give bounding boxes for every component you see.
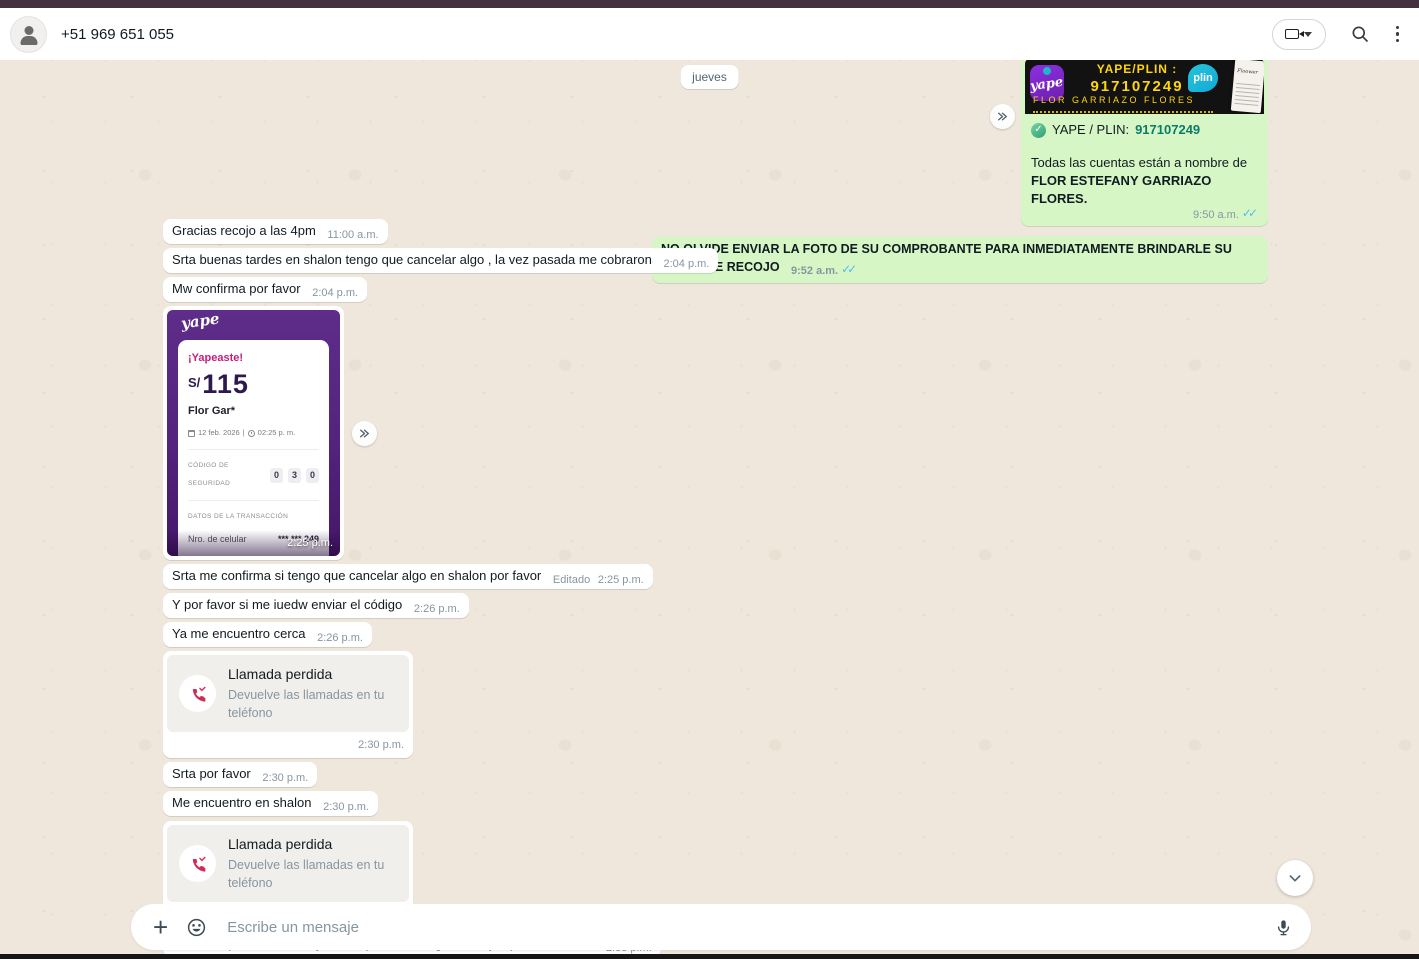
message-time: 11:00 a.m. xyxy=(327,226,378,244)
window-title-strip xyxy=(0,0,1419,8)
message-bubble[interactable]: Srta buenas tardes en shalon tengo que c… xyxy=(163,248,718,273)
transaction-data-label: DATOS DE LA TRANSACCIÓN xyxy=(188,508,319,526)
chat-header: +51 969 651 055 xyxy=(0,8,1419,60)
missed-call-title: Llamada perdida xyxy=(228,835,397,853)
message-time: 9:52 a.m. xyxy=(791,262,838,280)
forward-icon xyxy=(996,110,1009,123)
search-icon xyxy=(1350,24,1370,44)
read-receipt-icon: ✓✓ xyxy=(841,262,857,276)
caption-text: YAPE / PLIN: xyxy=(1052,121,1129,139)
menu-button[interactable] xyxy=(1394,24,1402,45)
missed-call-subtitle: Devuelve las llamadas en tu teléfono xyxy=(228,856,397,892)
message-bubble[interactable]: Gracias recojo a las 4pm 11:00 a.m. xyxy=(163,219,388,244)
video-call-button[interactable] xyxy=(1272,19,1326,50)
message-text: Srta me confirma si tengo que cancelar a… xyxy=(172,568,541,583)
message-time: 2:30 p.m. xyxy=(323,798,369,816)
message-time: 9:50 a.m. xyxy=(1193,206,1239,224)
message-bubble[interactable]: Me encuentro en shalon 2:30 p.m. xyxy=(163,791,378,816)
video-camera-icon xyxy=(1285,29,1299,39)
security-code-label: CÓDIGO DE SEGURIDAD xyxy=(188,457,270,493)
missed-call-icon xyxy=(189,685,207,703)
microphone-icon xyxy=(1274,918,1293,937)
message-bubble[interactable]: NO OLVIDE ENVIAR LA FOTO DE SU COMPROBAN… xyxy=(652,236,1268,283)
missed-call-subtitle: Devuelve las llamadas en tu teléfono xyxy=(228,686,397,722)
missed-call-icon xyxy=(189,855,207,873)
receipt-tx-time: 02:25 p. m. xyxy=(258,424,296,442)
conversation-panel[interactable]: jueves yape YAPE/PLIN : 917107249 plin F… xyxy=(0,60,1419,954)
message-bubble[interactable]: Srta por favor 2:30 p.m. xyxy=(163,762,317,787)
receipt-amount: 115 xyxy=(202,370,249,398)
message-bubble[interactable]: Mw confirma por favor 2:04 p.m. xyxy=(163,277,367,302)
clock-icon xyxy=(248,430,255,437)
message-bubble[interactable]: Ya me encuentro cerca 2:26 p.m. xyxy=(163,622,372,647)
price-list-image: Floower xyxy=(1231,60,1264,113)
message-time: 2:26 p.m. xyxy=(414,600,460,618)
message-time: 2:30 p.m. xyxy=(262,769,308,787)
attach-button[interactable]: + xyxy=(145,917,176,937)
search-button[interactable] xyxy=(1350,24,1370,44)
contact-avatar[interactable] xyxy=(10,16,47,53)
check-emoji-icon: ✓ xyxy=(1031,123,1046,138)
message-text: Y por favor si me iuedw enviar el código xyxy=(172,597,402,612)
message-bubble[interactable]: Y por favor si me iuedw enviar el código… xyxy=(163,593,469,618)
calendar-icon xyxy=(188,430,195,437)
incoming-message-group: Gracias recojo a las 4pm 11:00 a.m. Srta… xyxy=(163,219,718,954)
forward-button[interactable] xyxy=(352,421,377,446)
kebab-icon xyxy=(1396,26,1400,30)
person-icon xyxy=(24,26,33,35)
contact-phone-number[interactable]: +51 969 651 055 xyxy=(61,26,174,43)
message-text: NO OLVIDE ENVIAR LA FOTO DE SU COMPROBAN… xyxy=(661,242,1232,274)
receipt-payee: Flor Gar* xyxy=(188,402,319,420)
message-time: 2:25 p.m. xyxy=(287,534,333,552)
taskbar-strip xyxy=(0,954,1419,959)
receipt-currency: S/ xyxy=(188,374,200,392)
message-time: 2:26 p.m. xyxy=(317,629,363,647)
yape-receipt-image: yape ¡Yapeaste! S/ 115 Flor Gar* 12 feb.… xyxy=(167,310,340,556)
message-time: 2:25 p.m. xyxy=(598,571,644,589)
message-text: Srta por favor xyxy=(172,766,251,781)
chevron-down-icon xyxy=(1304,32,1312,37)
message-time: 2:04 p.m. xyxy=(312,284,358,302)
missed-call-title: Llamada perdida xyxy=(228,665,397,683)
edited-label: Editado xyxy=(553,571,590,589)
forward-button[interactable] xyxy=(990,104,1015,129)
message-text: Ya me encuentro cerca xyxy=(172,626,305,641)
caption-line2: Todas las cuentas están a nombre de xyxy=(1031,154,1258,172)
message-text: Me encuentro en shalon xyxy=(172,795,311,810)
scroll-to-bottom-button[interactable] xyxy=(1277,860,1313,896)
emoji-sticker-button[interactable] xyxy=(180,917,213,938)
message-bubble-image[interactable]: yape ¡Yapeaste! S/ 115 Flor Gar* 12 feb.… xyxy=(163,306,344,560)
read-receipt-icon: ✓✓ xyxy=(1242,206,1258,220)
banner-holder-name: FLOR GARRIAZO FLORES xyxy=(1033,91,1213,113)
message-composer: + xyxy=(131,904,1311,950)
outgoing-message-group: yape YAPE/PLIN : 917107249 plin Floower … xyxy=(652,60,1268,283)
receipt-headline: ¡Yapeaste! xyxy=(188,349,319,367)
forward-icon xyxy=(358,427,371,440)
chevron-down-icon xyxy=(1287,870,1303,886)
sticker-icon xyxy=(186,917,207,938)
message-input[interactable] xyxy=(227,919,1268,936)
message-time: 2:30 p.m. xyxy=(167,732,409,756)
message-bubble-banner[interactable]: yape YAPE/PLIN : 917107249 plin Floower … xyxy=(1021,60,1268,226)
voice-message-button[interactable] xyxy=(1272,918,1295,937)
message-bubble[interactable]: Srta me confirma si tengo que cancelar a… xyxy=(163,564,653,589)
plin-logo: plin xyxy=(1188,64,1218,92)
missed-call-bubble[interactable]: Llamada perdida Devuelve las llamadas en… xyxy=(163,651,413,758)
receipt-date: 12 feb. 2026 xyxy=(198,424,240,442)
banner-image[interactable]: yape YAPE/PLIN : 917107249 plin Floower … xyxy=(1025,60,1264,114)
message-text: Srta buenas tardes en shalon tengo que c… xyxy=(172,252,652,267)
message-text: Mw confirma por favor xyxy=(172,281,301,296)
message-time: 2:04 p.m. xyxy=(664,255,710,273)
caption-number: 917107249 xyxy=(1135,121,1200,139)
yape-logo: yape xyxy=(180,310,221,333)
banner-title: YAPE/PLIN : xyxy=(1073,60,1201,78)
message-text: Gracias recojo a las 4pm xyxy=(172,223,316,238)
